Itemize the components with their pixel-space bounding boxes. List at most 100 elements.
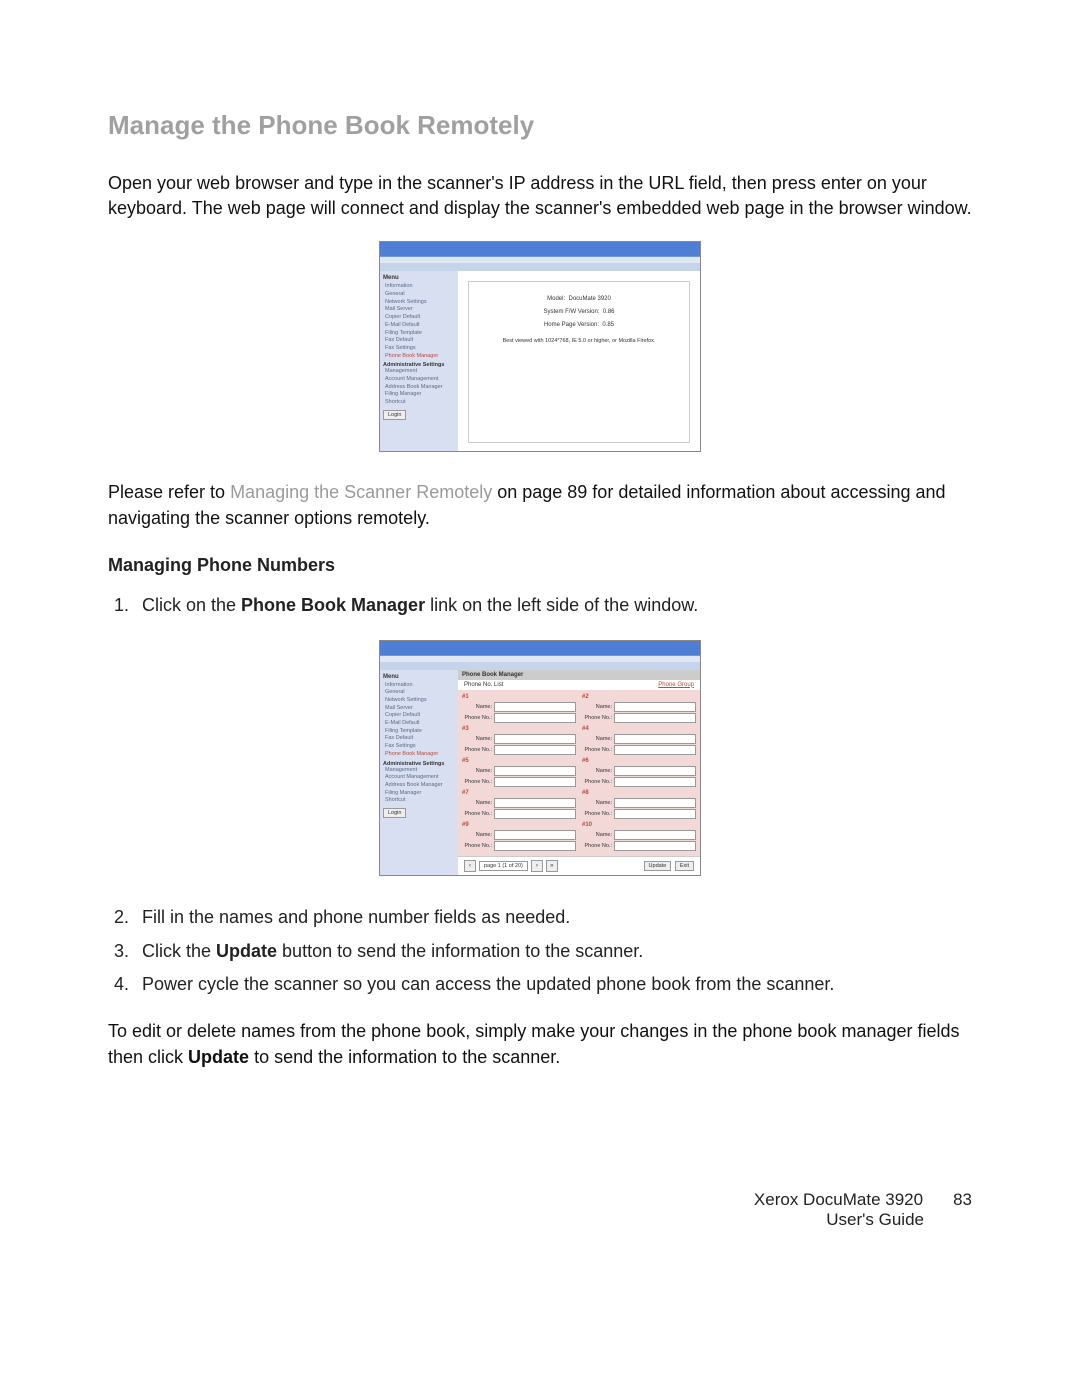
sidebar-item-network[interactable]: Network Settings [383, 299, 455, 307]
footer-page-number: 83 [953, 1190, 972, 1209]
browser-note: Best viewed with 1024*768, IE 5.0 or hig… [479, 337, 679, 347]
entry-num-6: #6 [582, 758, 696, 764]
phone-input[interactable] [494, 713, 576, 723]
link-managing-scanner-remotely[interactable]: Managing the Scanner Remotely [230, 482, 492, 502]
sidebar-item-phone-book-manager[interactable]: Phone Book Manager [383, 353, 455, 361]
page-footer: Xerox DocuMate 3920 83 User's Guide [108, 1190, 972, 1230]
window-titlebar [380, 641, 700, 656]
phone-input[interactable] [494, 745, 576, 755]
sidebar-item-fax-default[interactable]: Fax Default [383, 337, 455, 345]
sidebar-item-address-book-manager[interactable]: Address Book Manager [383, 782, 455, 790]
sidebar-item-copier-default[interactable]: Copier Default [383, 712, 455, 720]
window-titlebar [380, 242, 700, 257]
sidebar-item-address-book-manager[interactable]: Address Book Manager [383, 384, 455, 392]
sidebar-item-management[interactable]: Management [383, 368, 455, 376]
model-value: DocuMate 3920 [568, 296, 610, 302]
sidebar-item-fax-default[interactable]: Fax Default [383, 735, 455, 743]
login-button[interactable]: Login [383, 410, 406, 420]
name-input[interactable] [494, 702, 576, 712]
sidebar-item-account-management[interactable]: Account Management [383, 774, 455, 782]
sidebar-item-email-default[interactable]: E-Mail Default [383, 322, 455, 330]
name-input[interactable] [614, 830, 696, 840]
sidebar-item-filing-manager[interactable]: Filing Manager [383, 790, 455, 798]
entry-num-8: #8 [582, 790, 696, 796]
closing-paragraph: To edit or delete names from the phone b… [108, 1019, 972, 1069]
menu-label: Menu [383, 275, 455, 281]
update-button[interactable]: Update [644, 861, 672, 871]
sidebar-item-email-default[interactable]: E-Mail Default [383, 720, 455, 728]
entry-num-7: #7 [462, 790, 576, 796]
exit-button[interactable]: Exit [675, 861, 694, 871]
sidebar-item-shortcut[interactable]: Shortcut [383, 797, 455, 805]
name-input[interactable] [614, 766, 696, 776]
sidebar-item-copier-default[interactable]: Copier Default [383, 314, 455, 322]
model-label: Model: [547, 296, 565, 302]
steps-list-cont: Fill in the names and phone number field… [108, 904, 972, 1000]
name-input[interactable] [494, 830, 576, 840]
step-1: Click on the Phone Book Manager link on … [134, 592, 972, 620]
phone-input[interactable] [614, 809, 696, 819]
phone-form-area: #1 Name: Phone No.: #2 Name: Phone No.: [458, 690, 700, 856]
name-input[interactable] [614, 702, 696, 712]
sidebar-item-management[interactable]: Management [383, 767, 455, 775]
hp-value: 0.85 [602, 322, 614, 328]
pager-last-icon[interactable]: » [546, 860, 558, 872]
sidebar-item-phone-book-manager[interactable]: Phone Book Manager [383, 751, 455, 759]
phone-input[interactable] [494, 777, 576, 787]
entry-num-3: #3 [462, 726, 576, 732]
footer-product: Xerox DocuMate 3920 [754, 1190, 923, 1209]
intro-paragraph: Open your web browser and type in the sc… [108, 171, 972, 221]
entry-num-10: #10 [582, 822, 696, 828]
sidebar-item-network[interactable]: Network Settings [383, 697, 455, 705]
phone-input[interactable] [614, 841, 696, 851]
phone-group-link[interactable]: Phone Group [658, 682, 694, 688]
sidebar-item-general[interactable]: General [383, 689, 455, 697]
pager-text: page 1 (1 of 20) [479, 861, 528, 871]
sidebar: Menu Information General Network Setting… [380, 271, 458, 451]
entry-num-9: #9 [462, 822, 576, 828]
sidebar-item-account-management[interactable]: Account Management [383, 376, 455, 384]
sidebar-item-filing-template[interactable]: Filing Template [383, 728, 455, 736]
screenshot-home: Menu Information General Network Setting… [379, 241, 701, 452]
entry-num-2: #2 [582, 694, 696, 700]
sidebar-item-fax-settings[interactable]: Fax Settings [383, 345, 455, 353]
sidebar-item-mail-server[interactable]: Mail Server [383, 705, 455, 713]
sidebar-section-admin: Administrative Settings [383, 761, 455, 767]
sidebar-item-information[interactable]: Information [383, 283, 455, 291]
content-title: Phone Book Manager [458, 670, 700, 680]
step-4: Power cycle the scanner so you can acces… [134, 971, 972, 999]
sidebar-item-filing-template[interactable]: Filing Template [383, 330, 455, 338]
login-button[interactable]: Login [383, 808, 406, 818]
steps-list: Click on the Phone Book Manager link on … [108, 592, 972, 620]
page-title: Manage the Phone Book Remotely [108, 110, 972, 141]
pager-prev-icon[interactable]: ‹ [464, 860, 476, 872]
fw-value: 0.86 [603, 309, 615, 315]
sidebar-item-information[interactable]: Information [383, 682, 455, 690]
footer-doc-title: User's Guide [108, 1210, 924, 1230]
phone-input[interactable] [494, 841, 576, 851]
name-label: Name: [462, 704, 492, 710]
phone-input[interactable] [614, 745, 696, 755]
step-2: Fill in the names and phone number field… [134, 904, 972, 932]
phone-input[interactable] [614, 777, 696, 787]
entry-num-1: #1 [462, 694, 576, 700]
phone-input[interactable] [494, 809, 576, 819]
sidebar-item-filing-manager[interactable]: Filing Manager [383, 391, 455, 399]
hp-label: Home Page Version: [544, 322, 599, 328]
sidebar: Menu Information General Network Setting… [380, 670, 458, 875]
name-input[interactable] [494, 734, 576, 744]
fw-label: System F/W Version: [543, 309, 599, 315]
screenshot-phone-book: Menu Information General Network Setting… [379, 640, 701, 876]
sidebar-item-general[interactable]: General [383, 291, 455, 299]
phone-input[interactable] [614, 713, 696, 723]
sidebar-item-mail-server[interactable]: Mail Server [383, 306, 455, 314]
name-input[interactable] [494, 766, 576, 776]
name-input[interactable] [494, 798, 576, 808]
pager-next-icon[interactable]: › [531, 860, 543, 872]
step-3: Click the Update button to send the info… [134, 938, 972, 966]
name-input[interactable] [614, 798, 696, 808]
sidebar-item-shortcut[interactable]: Shortcut [383, 399, 455, 407]
phone-list-label: Phone No. List [464, 682, 503, 688]
name-input[interactable] [614, 734, 696, 744]
sidebar-item-fax-settings[interactable]: Fax Settings [383, 743, 455, 751]
